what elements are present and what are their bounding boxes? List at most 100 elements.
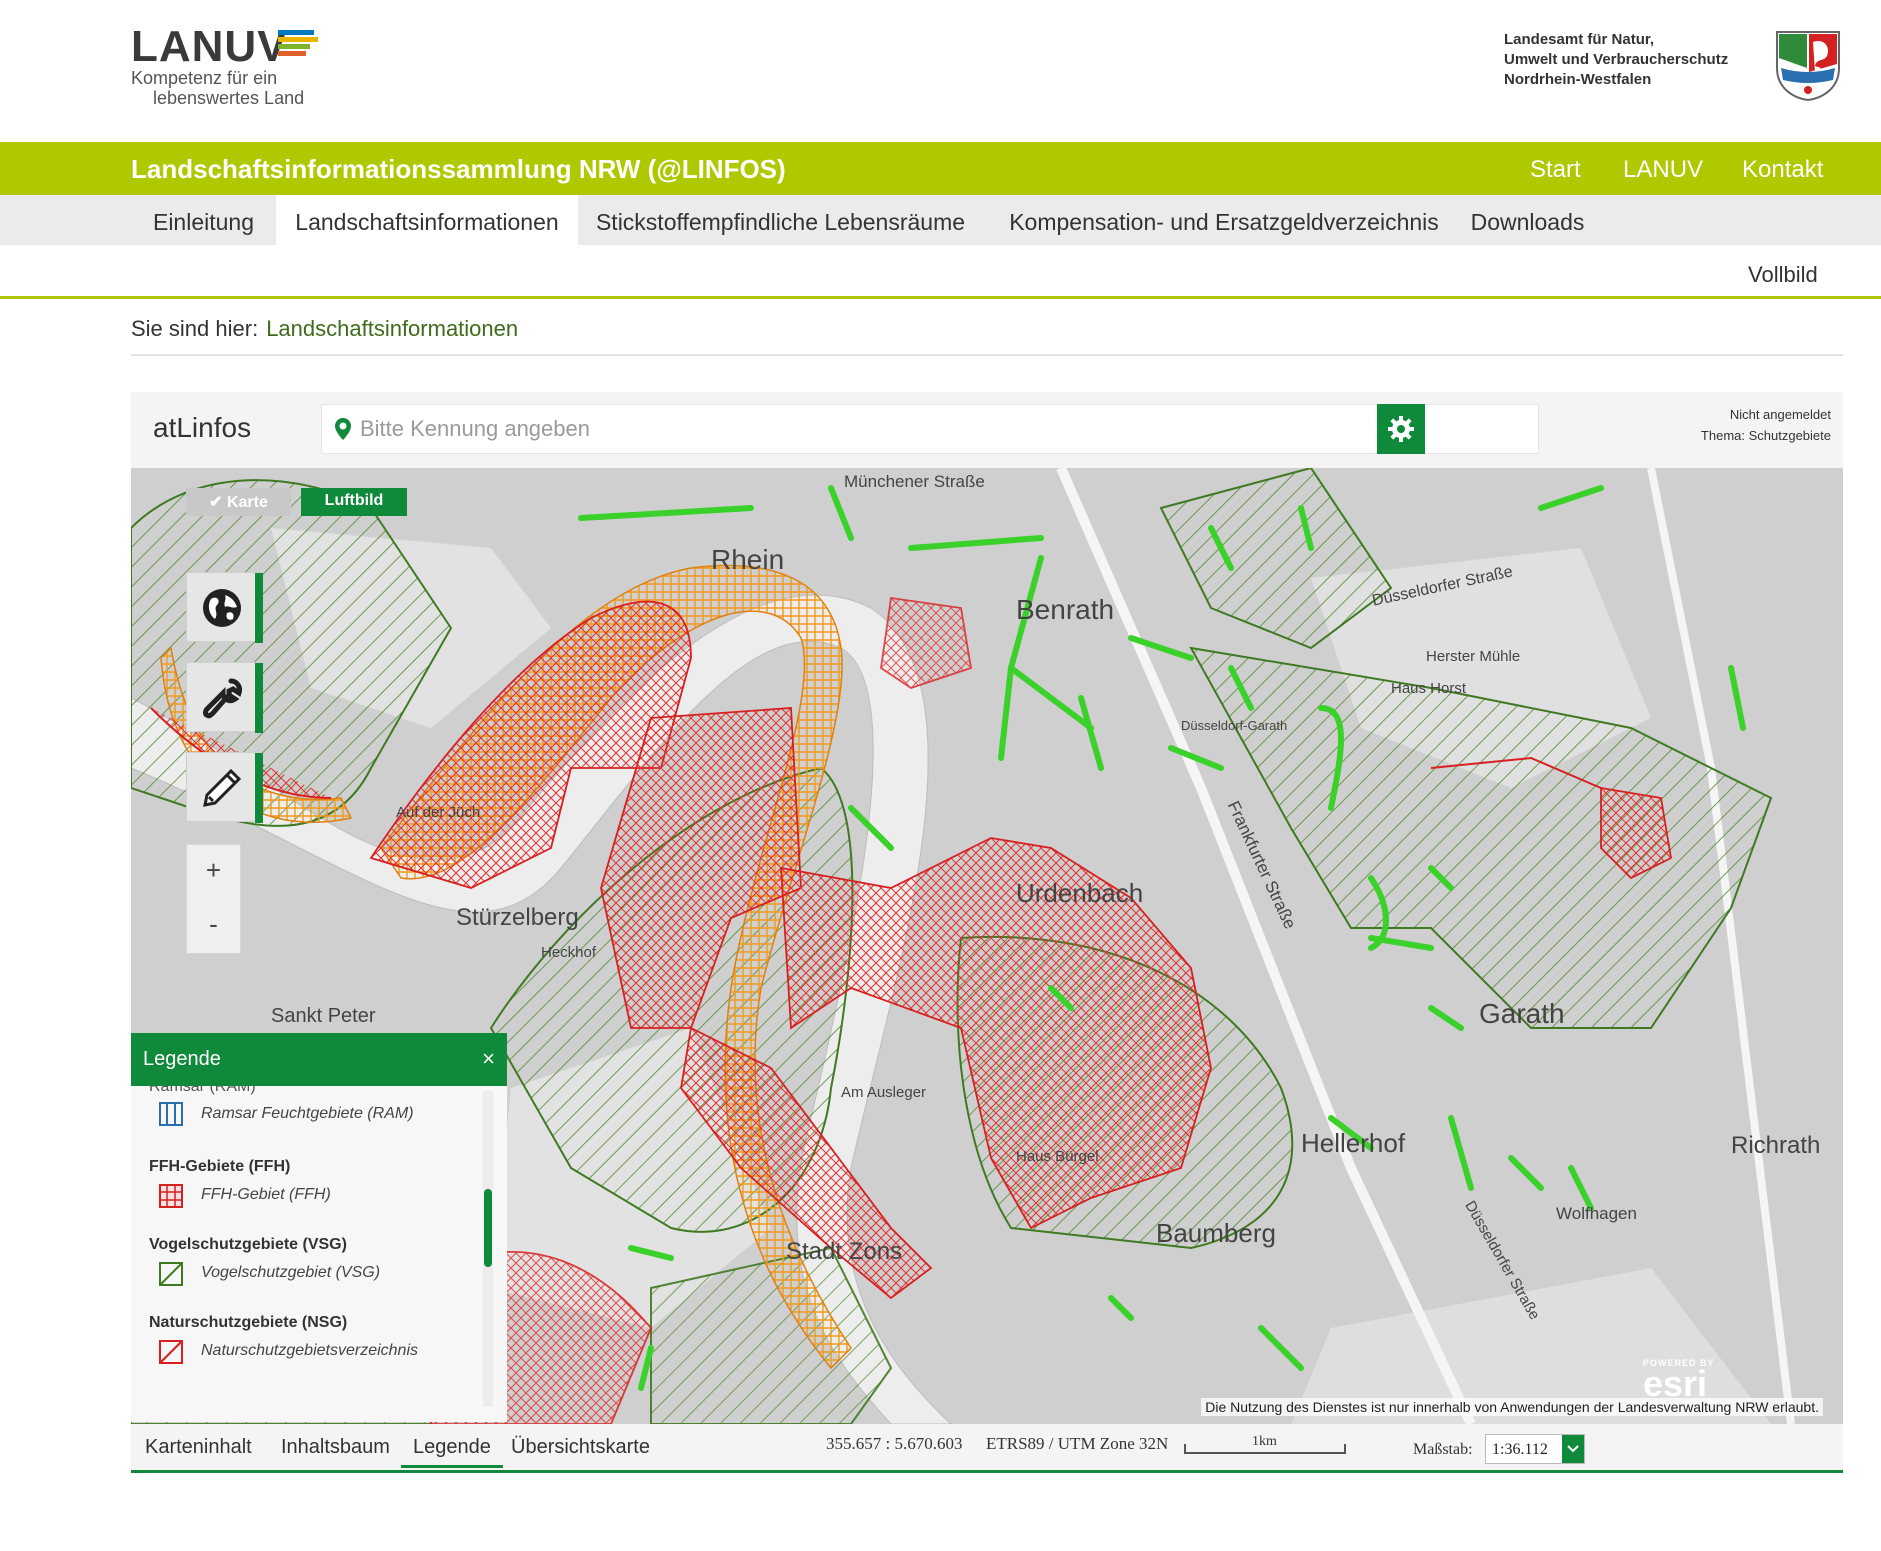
nav-kontakt-link[interactable]: Kontakt xyxy=(1742,156,1823,184)
map-label-sankt-peter: Sankt Peter xyxy=(271,1005,376,1027)
zoom-out-button[interactable]: - xyxy=(187,899,240,953)
lanuv-logo-stripes-icon xyxy=(278,30,318,60)
esri-logo: POWERED BY esri xyxy=(1643,1358,1715,1404)
tab-landschaftsinformationen[interactable]: Landschaftsinformationen xyxy=(276,195,578,245)
scale-bar-label: 1km xyxy=(1252,1434,1277,1449)
map-label-garath: Garath xyxy=(1479,998,1565,1029)
ministry-line-2: Umwelt und Verbraucherschutz xyxy=(1504,51,1729,68)
breadcrumb-current-link[interactable]: Landschaftsinformationen xyxy=(266,316,518,341)
map-usage-disclaimer: Die Nutzung des Dienstes ist nur innerha… xyxy=(1201,1398,1823,1416)
map-label-wolfhagen: Wolfhagen xyxy=(1556,1204,1637,1223)
scale-bar: 1km xyxy=(1184,1434,1346,1456)
scale-dropdown-button[interactable] xyxy=(1562,1435,1584,1463)
legend-item-vsg: Vogelschutzgebiet (VSG) xyxy=(201,1264,381,1281)
search-box xyxy=(321,404,1539,454)
tab-einleitung[interactable]: Einleitung xyxy=(131,195,276,245)
vsg-symbol-icon xyxy=(159,1262,183,1286)
cursor-coordinates: 355.657 : 5.670.603 xyxy=(826,1434,963,1453)
legend-close-button[interactable]: × xyxy=(482,1046,495,1072)
nav-lanuv-link[interactable]: LANUV xyxy=(1623,156,1703,184)
app-title[interactable]: Landschaftsinformationssammlung NRW (@LI… xyxy=(131,154,786,185)
map-toolbar: atLinfos Nicht angemeldet Thema: Sch xyxy=(131,392,1843,468)
bottom-tab-karteninhalt[interactable]: Karteninhalt xyxy=(145,1436,252,1459)
nsg-symbol-icon xyxy=(159,1340,183,1364)
ramsar-symbol-icon xyxy=(159,1102,183,1126)
bottom-tab-uebersichtskarte[interactable]: Übersichtskarte xyxy=(511,1436,650,1459)
legend-group-vsg: Vogelschutzgebiete (VSG) xyxy=(149,1236,347,1253)
map-label-urdenbach: Urdenbach xyxy=(1016,878,1144,908)
basemap-toggle-karte[interactable]: ✔ Karte xyxy=(186,488,291,516)
map-label-stuerzelberg: Stürzelberg xyxy=(456,904,579,931)
legend-partial-header: Ramsar (RAM) xyxy=(149,1086,256,1095)
legend-title: Legende xyxy=(143,1048,221,1070)
bottom-tab-legende[interactable]: Legende xyxy=(401,1436,503,1468)
legend-body[interactable]: Ramsar (RAM) Ramsar Feuchtgebiete (RAM) … xyxy=(131,1086,507,1422)
scale-bar-tick xyxy=(1184,1444,1186,1454)
bottom-tab-inhaltsbaum[interactable]: Inhaltsbaum xyxy=(281,1436,390,1459)
pencil-tool-expander[interactable] xyxy=(255,753,263,823)
nav-start-link[interactable]: Start xyxy=(1530,156,1581,184)
header-divider xyxy=(0,296,1881,299)
app-title-bar: Landschaftsinformationssammlung NRW (@LI… xyxy=(0,142,1881,195)
map-label-richrath: Richrath xyxy=(1731,1132,1821,1159)
vollbild-link[interactable]: Vollbild xyxy=(1748,262,1818,288)
esri-wordmark: esri xyxy=(1643,1363,1708,1404)
logo-tagline-2: lebenswertes Land xyxy=(153,88,305,108)
map-bottom-border xyxy=(131,1470,1843,1473)
chevron-down-icon xyxy=(1567,1445,1579,1453)
legend-item-nsg: Naturschutzgebietsverzeichnis xyxy=(201,1342,418,1359)
theme-status: Thema: Schutzgebiete xyxy=(1700,428,1831,443)
basemap-toggle-luftbild[interactable]: Luftbild xyxy=(301,488,407,516)
scale-select-value: 1:36.112 xyxy=(1492,1441,1548,1458)
legend-item-ramsar: Ramsar Feuchtgebiete (RAM) xyxy=(201,1105,414,1122)
breadcrumb: Sie sind hier: Landschaftsinformationen xyxy=(131,316,518,342)
site-header: LANUV Kompetenz für ein lebenswertes Lan… xyxy=(0,0,1881,142)
tab-downloads[interactable]: Downloads xyxy=(1465,195,1590,245)
logo-tagline: Kompetenz für ein lebenswertes Land xyxy=(131,68,304,108)
app-brand: atLinfos xyxy=(153,412,252,443)
gear-icon xyxy=(1388,416,1414,442)
session-status: Nicht angemeldet Thema: Schutzgebiete xyxy=(1701,404,1831,446)
wrench-icon xyxy=(203,678,242,719)
globe-tool-button[interactable] xyxy=(186,572,263,643)
legend-group-nsg: Naturschutzgebiete (NSG) xyxy=(149,1314,348,1331)
map-label-haus-horst: Haus Horst xyxy=(1391,680,1467,697)
scale-bar-tick xyxy=(1344,1444,1346,1454)
breadcrumb-prefix: Sie sind hier: xyxy=(131,316,259,341)
tab-stickstoffempfindliche-lebensraeume[interactable]: Stickstoffempfindliche Lebensräume xyxy=(578,195,983,245)
legend-header: Legende × xyxy=(131,1033,507,1086)
legend-scrollbar-thumb[interactable] xyxy=(484,1189,492,1267)
pencil-tool-button[interactable] xyxy=(186,752,263,823)
nrw-crest-icon xyxy=(1776,31,1840,102)
zoom-in-button[interactable]: + xyxy=(187,845,240,899)
map-label-hellerhof: Hellerhof xyxy=(1301,1128,1406,1158)
map-label-haus-buergel: Haus Bürgel xyxy=(1016,1148,1099,1165)
wrench-tool-button[interactable] xyxy=(186,662,263,733)
map-label-benrath: Benrath xyxy=(1016,594,1115,625)
legend-item-ffh: FFH-Gebiet (FFH) xyxy=(201,1186,331,1203)
map-label-muenchener-strasse: Münchener Straße xyxy=(844,472,985,491)
ministry-line-3: Nordrhein-Westfalen xyxy=(1504,71,1652,88)
legend-panel: Legende × Ramsar (RAM) Ramsar Feuchtgebi… xyxy=(131,1033,507,1422)
lanuv-logo[interactable]: LANUV xyxy=(131,22,288,72)
login-status: Nicht angemeldet xyxy=(1729,407,1831,422)
globe-tool-expander[interactable] xyxy=(255,573,263,643)
search-input[interactable] xyxy=(360,405,1530,453)
settings-button[interactable] xyxy=(1377,404,1425,454)
map-label-am-ausleger: Am Ausleger xyxy=(841,1084,927,1101)
breadcrumb-divider xyxy=(131,354,1843,356)
zoom-control: + - xyxy=(186,844,241,954)
coordinate-reference-system: ETRS89 / UTM Zone 32N xyxy=(986,1434,1169,1453)
basemap-karte-label: Karte xyxy=(226,494,268,511)
map-label-stadt-zons: Stadt Zons xyxy=(786,1238,903,1265)
globe-icon xyxy=(203,589,241,627)
scale-select[interactable]: 1:36.112 xyxy=(1485,1434,1585,1464)
map-label-rhein: Rhein xyxy=(711,544,785,575)
wrench-tool-expander[interactable] xyxy=(255,663,263,733)
tab-kompensation[interactable]: Kompensation- und Ersatzgeldverzeichnis xyxy=(983,195,1465,245)
map-label-duesseldorf-garath: Düsseldorf-Garath xyxy=(1181,718,1288,733)
legend-group-ffh: FFH-Gebiete (FFH) xyxy=(149,1158,291,1175)
map-status-bar: Karteninhalt Inhaltsbaum Legende Übersic… xyxy=(131,1424,1843,1472)
logo-tagline-1: Kompetenz für ein xyxy=(131,68,278,88)
main-tab-row: Einleitung Landschaftsinformationen Stic… xyxy=(0,195,1881,245)
